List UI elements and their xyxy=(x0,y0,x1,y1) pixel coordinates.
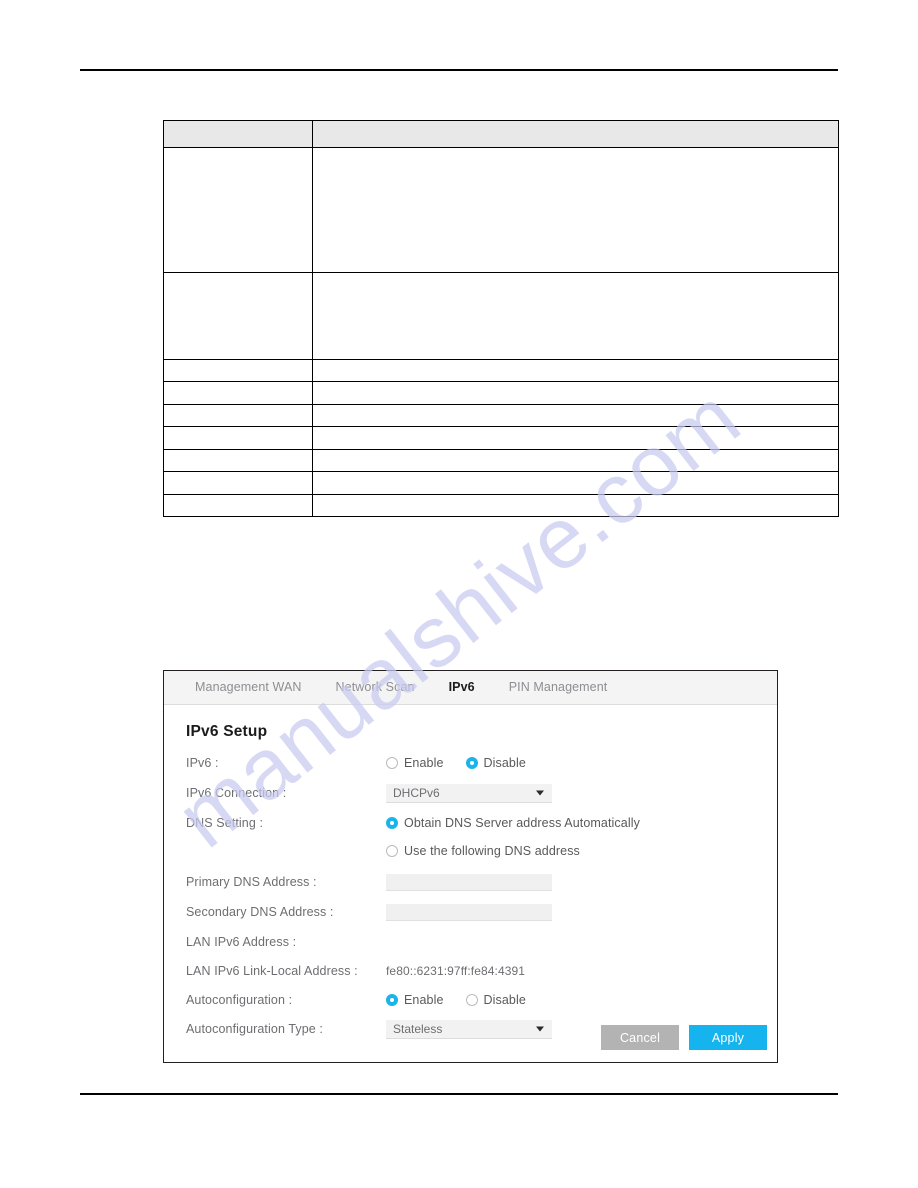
radio-dns-automatic[interactable]: Obtain DNS Server address Automatically xyxy=(386,816,640,830)
table-cell-label xyxy=(163,449,313,472)
radio-icon-checked xyxy=(386,817,398,829)
table-cell-label xyxy=(163,147,313,273)
button-bar: Cancel Apply xyxy=(601,1025,767,1050)
input-secondary-dns[interactable] xyxy=(386,903,552,921)
row-dns-setting: DNS Setting : Obtain DNS Server address … xyxy=(164,811,777,835)
label-dns-setting: DNS Setting : xyxy=(186,816,264,830)
ipv6-setup-panel: Management WAN Network Scan IPv6 PIN Manage… xyxy=(163,670,778,1063)
tab-bar: Management WAN Network Scan IPv6 PIN Manage… xyxy=(164,671,777,705)
table-cell-label xyxy=(163,471,313,495)
radio-autoconfig-enable-label: Enable xyxy=(404,993,444,1007)
row-dns-manual: Use the following DNS address xyxy=(164,839,777,863)
row-ipv6: IPv6 : Enable Disable xyxy=(164,751,777,775)
table-row xyxy=(163,471,839,495)
page-title: IPv6 Setup xyxy=(186,723,268,740)
table-cell-description xyxy=(312,381,839,405)
table-row xyxy=(163,494,839,517)
table-cell-description xyxy=(312,359,839,382)
table-cell-description xyxy=(312,426,839,450)
table-cell-label xyxy=(163,120,313,148)
table-cell-label xyxy=(163,404,313,427)
label-secondary-dns: Secondary DNS Address : xyxy=(186,905,334,919)
radio-icon-checked xyxy=(386,994,398,1006)
radio-dns-manual[interactable]: Use the following DNS address xyxy=(386,844,580,858)
label-primary-dns: Primary DNS Address : xyxy=(186,875,317,889)
radio-icon-unchecked xyxy=(386,757,398,769)
page-footer-rule xyxy=(80,1093,838,1095)
value-lan-link-local: fe80::6231:97ff:fe84:4391 xyxy=(386,964,526,978)
row-autoconfiguration: Autoconfiguration : Enable Disable xyxy=(164,988,777,1012)
radio-icon-checked xyxy=(465,757,478,769)
radio-ipv6-enable-label: Enable xyxy=(404,756,444,770)
table-cell-description xyxy=(312,494,839,517)
chevron-down-icon xyxy=(536,790,544,795)
row-ipv6-connection: IPv6 Connection : DHCPv6 xyxy=(164,781,777,805)
select-ipv6-connection[interactable]: DHCPv6 xyxy=(386,783,552,803)
table-row xyxy=(163,120,839,148)
chevron-down-icon xyxy=(536,1026,544,1031)
radio-dns-automatic-label: Obtain DNS Server address Automatically xyxy=(404,816,640,830)
label-ipv6: IPv6 : xyxy=(186,756,219,770)
tab-pin-management[interactable]: PIN Management xyxy=(492,671,625,704)
page-header-rule xyxy=(80,69,838,71)
apply-button[interactable]: Apply xyxy=(689,1025,767,1050)
row-lan-ipv6-address: LAN IPv6 Address : xyxy=(164,930,777,954)
table-cell-label xyxy=(163,494,313,517)
label-lan-link-local: LAN IPv6 Link-Local Address : xyxy=(186,964,358,978)
table-row xyxy=(163,404,839,427)
label-lan-ipv6-address: LAN IPv6 Address : xyxy=(186,935,297,949)
table-cell-description xyxy=(312,272,839,360)
row-secondary-dns: Secondary DNS Address : xyxy=(164,900,777,924)
tab-network-scan[interactable]: Network Scan xyxy=(319,671,432,704)
input-primary-dns[interactable] xyxy=(386,873,552,891)
select-autoconfiguration-type[interactable]: Stateless xyxy=(386,1019,552,1039)
radio-icon-unchecked xyxy=(386,845,398,857)
tab-ipv6[interactable]: IPv6 xyxy=(432,671,492,704)
table-cell-description xyxy=(312,471,839,495)
radio-dns-manual-label: Use the following DNS address xyxy=(404,844,580,858)
label-ipv6-connection: IPv6 Connection : xyxy=(186,786,287,800)
table-cell-label xyxy=(163,359,313,382)
table-row xyxy=(163,426,839,450)
table-row xyxy=(163,147,839,273)
radio-autoconfig-disable[interactable]: Disable xyxy=(465,993,526,1007)
cancel-button[interactable]: Cancel xyxy=(601,1025,679,1050)
reference-table-body xyxy=(163,120,839,517)
select-autoconfiguration-type-value: Stateless xyxy=(393,1021,443,1036)
radio-ipv6-disable[interactable]: Disable xyxy=(465,756,526,770)
radio-ipv6-enable[interactable]: Enable xyxy=(386,756,444,770)
radio-autoconfig-enable[interactable]: Enable xyxy=(386,993,444,1007)
label-autoconfiguration: Autoconfiguration : xyxy=(186,993,293,1007)
select-ipv6-connection-value: DHCPv6 xyxy=(393,785,440,800)
radio-ipv6-disable-label: Disable xyxy=(483,756,526,770)
table-cell-label xyxy=(163,381,313,405)
radio-autoconfig-disable-label: Disable xyxy=(483,993,526,1007)
table-cell-description xyxy=(312,404,839,427)
row-lan-link-local: LAN IPv6 Link-Local Address : fe80::6231… xyxy=(164,959,777,983)
table-row xyxy=(163,381,839,405)
table-cell-label xyxy=(163,272,313,360)
reference-table xyxy=(163,120,839,517)
table-cell-description xyxy=(312,449,839,472)
label-autoconfiguration-type: Autoconfiguration Type : xyxy=(186,1022,323,1036)
row-primary-dns: Primary DNS Address : xyxy=(164,870,777,894)
table-cell-description xyxy=(312,147,839,273)
table-row xyxy=(163,359,839,382)
panel-body: IPv6 Setup IPv6 : Enable Disable IPv6 Co… xyxy=(164,705,777,1062)
tab-management-wan[interactable]: Management WAN xyxy=(178,671,319,704)
table-row xyxy=(163,272,839,360)
table-row xyxy=(163,449,839,472)
table-cell-label xyxy=(163,426,313,450)
radio-icon-unchecked xyxy=(465,994,478,1006)
table-cell-description xyxy=(312,120,839,148)
